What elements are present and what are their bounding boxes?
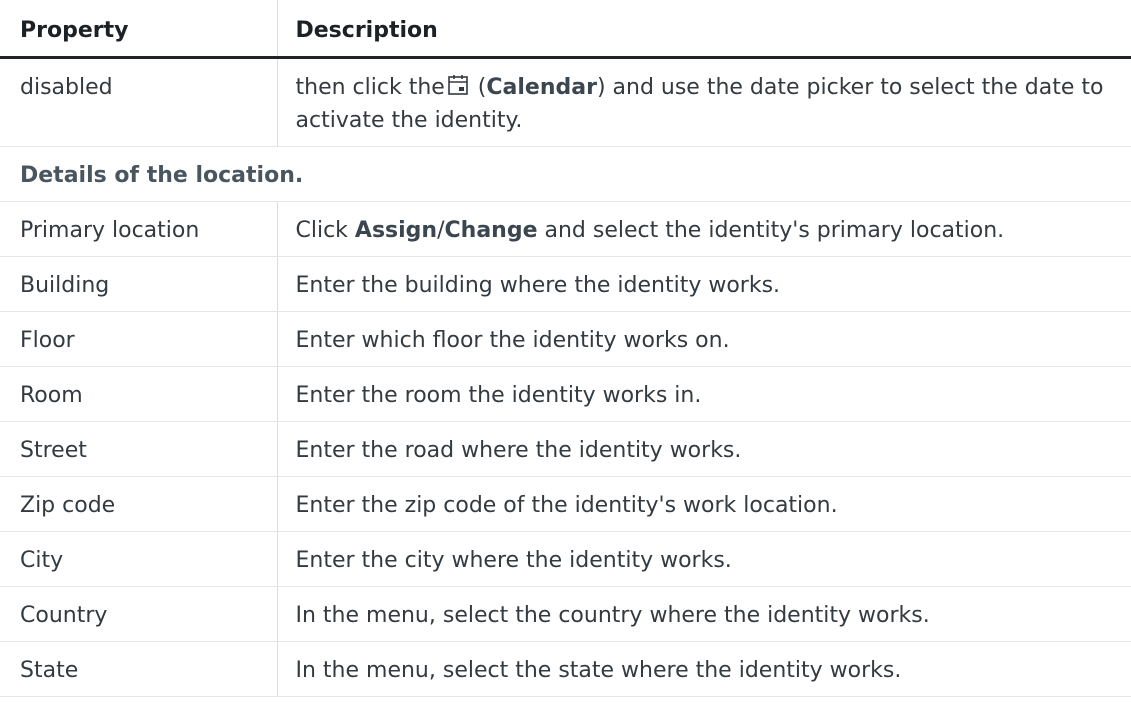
description-text: then click the xyxy=(295,75,445,100)
description-text: Click xyxy=(295,218,355,243)
property-cell: State xyxy=(0,641,277,697)
description-cell: Enter the city where the identity works. xyxy=(276,531,1131,587)
calendar-icon xyxy=(446,73,470,97)
property-cell: Building xyxy=(0,256,277,312)
section-row: Details of the location. xyxy=(0,146,1131,202)
table-row-building: Building Enter the building where the id… xyxy=(0,256,1131,312)
description-cell: Enter which floor the identity works on. xyxy=(276,311,1131,367)
description-text: and select the identity's primary locati… xyxy=(537,218,1005,243)
description-cell: In the menu, select the country where th… xyxy=(276,586,1131,642)
section-heading: Details of the location. xyxy=(0,146,1131,202)
table-row-street: Street Enter the road where the identity… xyxy=(0,421,1131,477)
property-cell: Country xyxy=(0,586,277,642)
property-cell: Zip code xyxy=(0,476,277,532)
description-cell: Enter the road where the identity works. xyxy=(276,421,1131,477)
property-cell: Street xyxy=(0,421,277,477)
assign-label: Assign xyxy=(354,218,438,243)
table-row-primary-location: Primary location Click Assign/Change and… xyxy=(0,201,1131,257)
description-cell: Enter the room the identity works in. xyxy=(276,366,1131,422)
description-cell: In the menu, select the state where the … xyxy=(276,641,1131,697)
table-row-country: Country In the menu, select the country … xyxy=(0,586,1131,642)
property-cell: Primary location xyxy=(0,201,277,257)
property-column-header: Property xyxy=(0,0,277,59)
table-row-city: City Enter the city where the identity w… xyxy=(0,531,1131,587)
table-row-state: State In the menu, select the state wher… xyxy=(0,641,1131,697)
property-cell: Room xyxy=(0,366,277,422)
property-cell: disabled xyxy=(0,57,277,147)
change-label: Change xyxy=(444,218,538,243)
property-cell: Floor xyxy=(0,311,277,367)
table-row-room: Room Enter the room the identity works i… xyxy=(0,366,1131,422)
property-cell: City xyxy=(0,531,277,587)
description-cell: Enter the building where the identity wo… xyxy=(276,256,1131,312)
table-row-floor: Floor Enter which floor the identity wor… xyxy=(0,311,1131,367)
table-row-disabled: disabled then click the (Calendar) and u… xyxy=(0,57,1131,147)
description-cell: then click the (Calendar) and use the da… xyxy=(276,57,1131,147)
description-cell: Click Assign/Change and select the ident… xyxy=(276,201,1131,257)
description-text: ( xyxy=(470,75,487,100)
header-row: Property Description xyxy=(0,0,1131,59)
description-text: / xyxy=(437,218,445,243)
calendar-label: Calendar xyxy=(486,75,597,100)
description-cell: Enter the zip code of the identity's wor… xyxy=(276,476,1131,532)
properties-table: Property Description disabled then click… xyxy=(0,0,1131,697)
table-row-zip-code: Zip code Enter the zip code of the ident… xyxy=(0,476,1131,532)
description-column-header: Description xyxy=(276,0,1131,59)
